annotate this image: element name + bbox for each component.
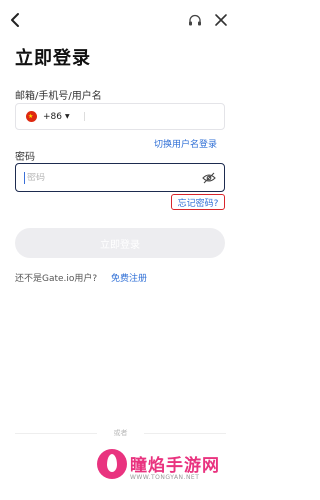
or-text: 或者	[113, 429, 128, 437]
flame-icon	[107, 454, 117, 472]
watermark-url: WWW.TONGYAN.NET	[130, 474, 200, 481]
password-label: 密码	[15, 152, 35, 163]
top-bar	[0, 0, 241, 40]
account-label: 邮箱/手机号/用户名	[15, 91, 102, 102]
register-prompt: 还不是Gate.io用户?	[15, 274, 98, 284]
eye-off-icon[interactable]	[202, 172, 216, 184]
login-button[interactable]: 立即登录	[15, 228, 225, 258]
china-flag-icon[interactable]	[26, 111, 37, 122]
switch-to-username-link[interactable]: 切换用户名登录	[154, 137, 217, 150]
chevron-left-icon[interactable]	[8, 12, 24, 28]
account-field[interactable]: +86 ▼	[15, 103, 225, 130]
password-input[interactable]	[27, 172, 187, 183]
register-link[interactable]: 免费注册	[111, 271, 147, 284]
country-code[interactable]: +86	[43, 112, 62, 122]
headset-icon[interactable]	[188, 14, 202, 28]
caret-down-icon[interactable]: ▼	[65, 113, 70, 120]
password-field[interactable]	[15, 163, 225, 192]
field-separator	[83, 112, 85, 121]
watermark-text: 瞳焰手游网	[130, 456, 220, 476]
text-cursor	[24, 171, 25, 184]
page-title: 立即登录	[15, 48, 91, 69]
close-icon[interactable]	[214, 13, 228, 27]
forgot-password-link[interactable]: 忘记密码?	[171, 194, 225, 210]
